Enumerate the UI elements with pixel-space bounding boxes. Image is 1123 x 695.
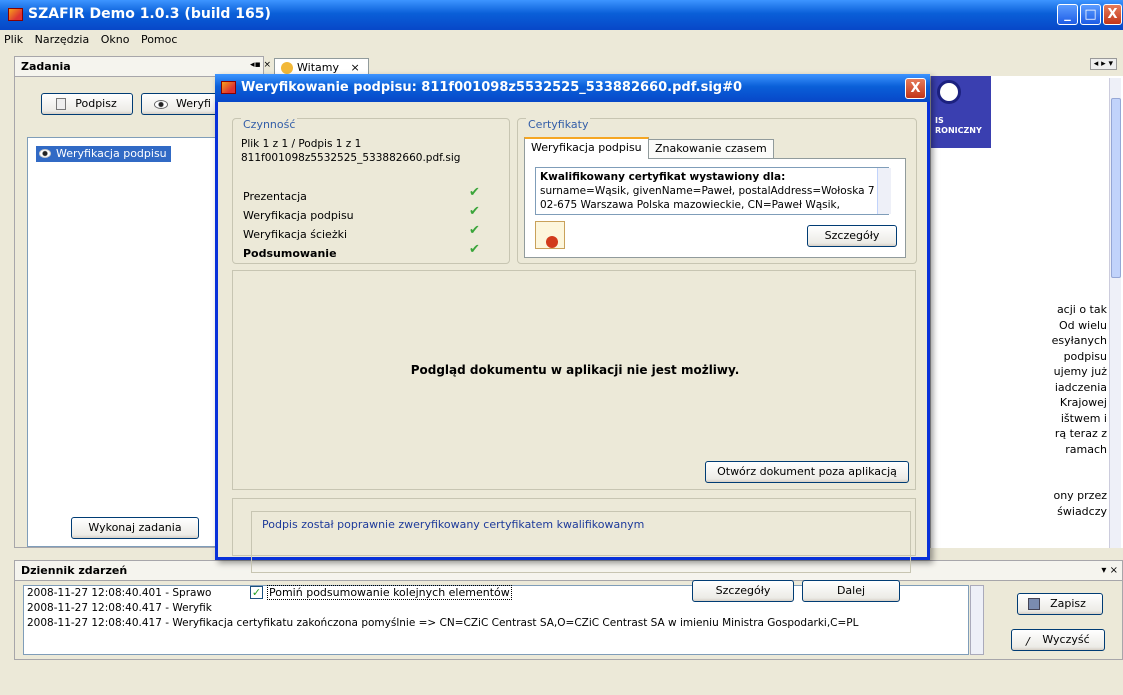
dialog-title-bar[interactable]: Weryfikowanie podpisu: 811f001098z553252… bbox=[215, 74, 930, 102]
event-log-panel: Dziennik zdarzeń ▾ × 2008-11-27 12:08:40… bbox=[14, 560, 1123, 660]
floppy-icon bbox=[1028, 598, 1040, 610]
tab-nav-icon[interactable]: ◂▪ × bbox=[250, 60, 271, 70]
certificate-tab-panel: Kwalifikowany certyfikat wystawiony dla:… bbox=[524, 158, 906, 258]
certificate-details-button[interactable]: Szczegóły bbox=[807, 225, 897, 247]
close-button[interactable]: X bbox=[1103, 4, 1122, 25]
certificates-group-label: Certyfikaty bbox=[526, 118, 591, 131]
tab-bar: ◂▪ × Witamy × ◂ ▸ ▾ bbox=[250, 56, 1123, 76]
tab-signature-verification[interactable]: Weryfikacja podpisu bbox=[524, 137, 649, 159]
tab-timestamp[interactable]: Znakowanie czasem bbox=[648, 139, 774, 159]
app-icon bbox=[8, 8, 23, 21]
broom-icon: / bbox=[1026, 635, 1030, 648]
banner-logo: IS RONICZNY bbox=[931, 76, 991, 148]
menu-file[interactable]: Plik bbox=[0, 30, 27, 49]
app-title-bar[interactable]: SZAFIR Demo 1.0.3 (build 165) _ □ X bbox=[0, 0, 1123, 30]
step-path-verification: Weryfikacja ścieżki bbox=[243, 228, 348, 241]
check-icon: ✔ bbox=[469, 242, 480, 257]
key-icon bbox=[937, 80, 961, 104]
check-icon: ✔ bbox=[469, 223, 480, 238]
step-signature-verification: Weryfikacja podpisu bbox=[243, 209, 354, 222]
next-button[interactable]: Dalej bbox=[802, 580, 900, 602]
verify-signature-dialog: Weryfikowanie podpisu: 811f001098z553252… bbox=[215, 74, 930, 600]
certificates-group: Certyfikaty Weryfikacja podpisu Znakowan… bbox=[517, 118, 917, 264]
menu-tools[interactable]: Narzędzia bbox=[31, 30, 94, 49]
status-box: Podpis został poprawnie zweryfikowany ce… bbox=[251, 511, 911, 573]
skip-summary-checkbox-row[interactable]: ✓ Pomiń podsumowanie kolejnych elementów bbox=[250, 584, 512, 600]
menu-bar: Plik Narzędzia Okno Pomoc bbox=[0, 30, 1123, 50]
tab-close-icon[interactable]: × bbox=[350, 61, 359, 74]
maximize-button[interactable]: □ bbox=[1080, 4, 1101, 25]
status-group: Podpis został poprawnie zweryfikowany ce… bbox=[232, 498, 916, 573]
clear-button[interactable]: / Wyczyść bbox=[1011, 629, 1105, 651]
open-outside-button[interactable]: Otwórz dokument poza aplikacją bbox=[705, 461, 909, 483]
app-title: SZAFIR Demo 1.0.3 (build 165) bbox=[28, 6, 271, 22]
eye-icon bbox=[39, 149, 51, 158]
step-presentation: Prezentacja bbox=[243, 190, 307, 203]
menu-help[interactable]: Pomoc bbox=[137, 30, 181, 49]
actions-group: Czynność Plik 1 z 1 / Podpis 1 z 1 811f0… bbox=[232, 118, 510, 264]
document-icon bbox=[56, 98, 66, 110]
dialog-close-button[interactable]: X bbox=[905, 78, 926, 99]
check-icon: ✔ bbox=[469, 185, 480, 200]
actions-group-label: Czynność bbox=[241, 118, 298, 131]
certificate-scrollbar[interactable] bbox=[877, 168, 891, 214]
file-name: 811f001098z5532525_533882660.pdf.sig bbox=[241, 152, 461, 164]
details-button[interactable]: Szczegóły bbox=[692, 580, 794, 602]
skip-summary-label: Pomiń podsumowanie kolejnych elementów bbox=[267, 584, 512, 600]
step-list: Prezentacja Weryfikacja podpisu Weryfika… bbox=[243, 187, 354, 263]
certificate-info-box: Kwalifikowany certyfikat wystawiony dla:… bbox=[535, 167, 889, 215]
menu-window[interactable]: Okno bbox=[97, 30, 134, 49]
app-icon bbox=[221, 81, 236, 94]
welcome-text: acji o tak Od wielu esyłanych podpisu uj… bbox=[1051, 303, 1107, 518]
minimize-button[interactable]: _ bbox=[1057, 4, 1078, 25]
status-message: Podpis został poprawnie zweryfikowany ce… bbox=[262, 518, 645, 531]
dialog-title: Weryfikowanie podpisu: 811f001098z553252… bbox=[241, 80, 743, 95]
tab-scroll-icon[interactable]: ◂ ▸ ▾ bbox=[1089, 58, 1117, 70]
document-preview: Podgląd dokumentu w aplikacji nie jest m… bbox=[232, 270, 916, 490]
log-line: 2008-11-27 12:08:40.417 - Weryfik bbox=[27, 602, 212, 614]
certificate-icon bbox=[535, 221, 565, 249]
log-line: 2008-11-27 12:08:40.417 - Weryfikacja ce… bbox=[27, 617, 859, 629]
certificate-heading: Kwalifikowany certyfikat wystawiony dla: bbox=[540, 171, 786, 183]
eye-icon bbox=[154, 100, 168, 109]
file-progress: Plik 1 z 1 / Podpis 1 z 1 bbox=[241, 138, 362, 150]
save-button[interactable]: Zapisz bbox=[1017, 593, 1103, 615]
welcome-content: IS RONICZNY acji o tak Od wielu esyłanyc… bbox=[930, 76, 1123, 548]
preview-message: Podgląd dokumentu w aplikacji nie jest m… bbox=[410, 363, 740, 377]
certificate-subject: surname=Wąsik, givenName=Paweł, postalAd… bbox=[540, 185, 875, 211]
skip-summary-checkbox[interactable]: ✓ bbox=[250, 585, 263, 599]
check-icon: ✔ bbox=[469, 204, 480, 219]
sign-button[interactable]: Podpisz bbox=[41, 93, 133, 115]
welcome-scrollbar[interactable] bbox=[1109, 78, 1121, 548]
log-scrollbar[interactable] bbox=[970, 585, 984, 655]
panel-menu-icon[interactable]: ▾ × bbox=[1101, 565, 1118, 576]
run-tasks-button[interactable]: Wykonaj zadania bbox=[71, 517, 199, 539]
step-summary: Podsumowanie bbox=[243, 247, 337, 260]
info-icon bbox=[281, 62, 293, 74]
task-item-verification[interactable]: Weryfikacja podpisu bbox=[36, 146, 171, 162]
